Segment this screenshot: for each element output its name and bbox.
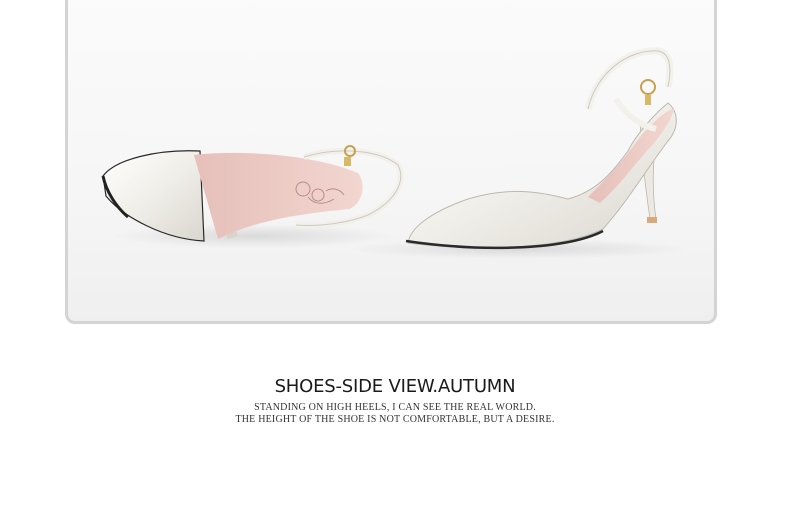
product-photo-frame xyxy=(65,0,717,324)
product-photo-shoes xyxy=(101,47,688,259)
tagline-line-1: STANDING ON HIGH HEELS, I CAN SEE THE RE… xyxy=(254,402,536,413)
right-shoe xyxy=(348,47,688,259)
left-shoe xyxy=(101,145,404,248)
product-detail-page: SHOES-SIDE VIEW.AUTUMN STANDING ON HIGH … xyxy=(0,0,790,527)
right-buckle-icon xyxy=(640,79,656,95)
tagline-line-2: THE HEIGHT OF THE SHOE IS NOT COMFORTABL… xyxy=(235,414,555,425)
section-title: SHOES-SIDE VIEW.AUTUMN xyxy=(274,376,516,397)
